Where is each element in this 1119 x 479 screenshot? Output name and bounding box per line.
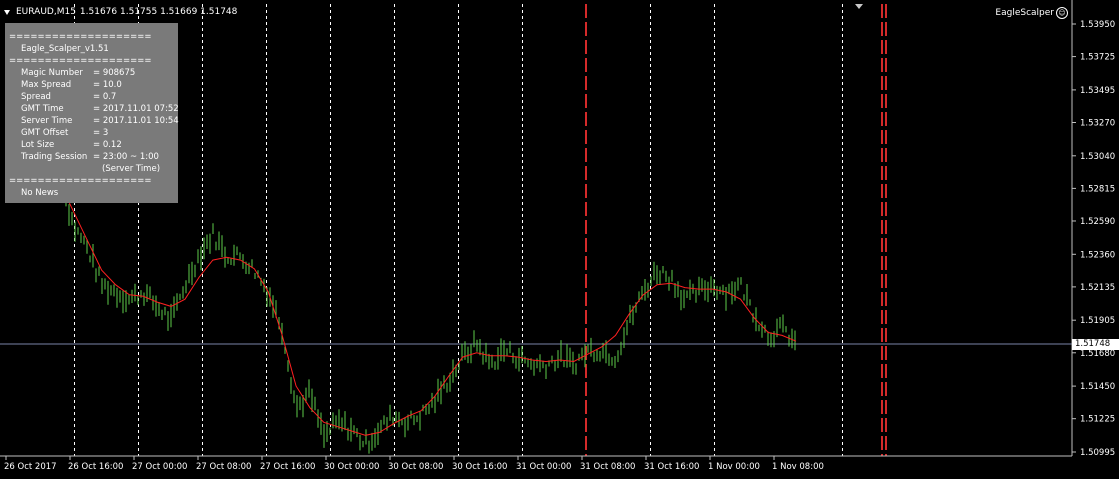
info-key: GMT Time xyxy=(21,104,64,114)
chart-header: EURAUD,M15 1.51676 1.51755 1.51669 1.517… xyxy=(4,6,237,18)
moving-average-line xyxy=(59,183,797,436)
price-tick-label: 1.52360 xyxy=(1080,250,1115,260)
info-value: = 23:00 ~ 1:00 xyxy=(93,152,159,162)
time-tick-label: 31 Oct 16:00 xyxy=(644,462,699,472)
info-key: GMT Offset xyxy=(21,128,69,138)
info-key: Spread xyxy=(21,92,51,102)
panel-separator: ==================== xyxy=(9,32,152,42)
time-tick-label: 30 Oct 00:00 xyxy=(324,462,379,472)
info-key: Max Spread xyxy=(21,80,72,90)
info-key: Server Time xyxy=(21,116,73,126)
price-tick-label: 1.53725 xyxy=(1080,53,1115,63)
info-key: Magic Number xyxy=(21,68,83,78)
price-tick-label: 1.50995 xyxy=(1080,448,1115,458)
info-value: = 2017.11.01 07:52 xyxy=(93,104,179,114)
smiley-icon: ☺ xyxy=(1056,7,1068,19)
current-price-tag: 1.51748 xyxy=(1072,339,1119,350)
symbol-timeframe: EURAUD,M15 xyxy=(16,7,76,17)
chart-shift-marker[interactable] xyxy=(855,4,863,9)
price-tick-label: 1.53950 xyxy=(1080,20,1115,30)
panel-separator: ==================== xyxy=(9,176,152,186)
news-status: No News xyxy=(21,188,59,198)
info-value: = 0.7 xyxy=(93,92,117,102)
info-value: = 10.0 xyxy=(93,80,122,90)
info-value: = 2017.11.01 10:54 xyxy=(93,116,179,126)
expert-advisor-name: EagleScalper xyxy=(995,8,1054,18)
price-tick-label: 1.51680 xyxy=(1080,349,1115,359)
time-tick-label: 1 Nov 08:00 xyxy=(772,462,824,472)
vertical-grid-lines xyxy=(74,4,843,456)
time-tick-label: 26 Oct 2017 xyxy=(4,462,57,472)
price-tick-label: 1.52590 xyxy=(1080,217,1115,227)
time-tick-label: 30 Oct 08:00 xyxy=(388,462,443,472)
price-tick-label: 1.51225 xyxy=(1080,415,1115,425)
price-tick-label: 1.51905 xyxy=(1080,316,1115,326)
info-key: Trading Session xyxy=(21,152,88,162)
time-tick-label: 26 Oct 16:00 xyxy=(68,462,123,472)
time-axis-ticks: 26 Oct 2017 26 Oct 16:00 27 Oct 00:00 27 Oc… xyxy=(4,456,824,472)
session-note: (Server Time) xyxy=(102,164,161,174)
time-tick-label: 1 Nov 00:00 xyxy=(708,462,760,472)
time-tick-label: 27 Oct 08:00 xyxy=(196,462,251,472)
price-tick-label: 1.53495 xyxy=(1080,86,1115,96)
time-tick-label: 31 Oct 08:00 xyxy=(580,462,635,472)
price-tick-label: 1.52135 xyxy=(1080,283,1115,293)
info-key: Lot Size xyxy=(21,140,55,150)
panel-separator: ==================== xyxy=(9,56,152,66)
info-value: = 908675 xyxy=(93,68,136,78)
chart-menu-arrow-icon[interactable] xyxy=(4,9,10,15)
price-tick-label: 1.53270 xyxy=(1080,118,1115,128)
panel-title: Eagle_Scalper_v1.51 xyxy=(21,44,109,54)
time-tick-label: 27 Oct 16:00 xyxy=(260,462,315,472)
info-value: = 0.12 xyxy=(93,140,122,150)
info-value: = 3 xyxy=(93,128,109,138)
price-axis-ticks: 1.53950 1.53725 1.53495 1.53270 1.53040 1.528… xyxy=(1072,20,1115,458)
time-tick-label: 31 Oct 00:00 xyxy=(516,462,571,472)
price-bars xyxy=(59,168,796,454)
time-tick-label: 30 Oct 16:00 xyxy=(452,462,507,472)
price-tick-label: 1.53040 xyxy=(1080,152,1115,162)
time-tick-label: 27 Oct 00:00 xyxy=(132,462,187,472)
chart-window[interactable]: 1.53950 1.53725 1.53495 1.53270 1.53040 1.528… xyxy=(0,0,1119,479)
ohlc-values: 1.51676 1.51755 1.51669 1.51748 xyxy=(79,7,238,17)
session-lines xyxy=(585,4,887,456)
ea-info-panel: ==================== Eagle_Scalper_v1.51… xyxy=(5,23,179,203)
price-tick-label: 1.51450 xyxy=(1080,382,1115,392)
price-tick-label: 1.52815 xyxy=(1080,184,1115,194)
expert-advisor-label[interactable]: EagleScalper ☺ xyxy=(995,7,1068,19)
